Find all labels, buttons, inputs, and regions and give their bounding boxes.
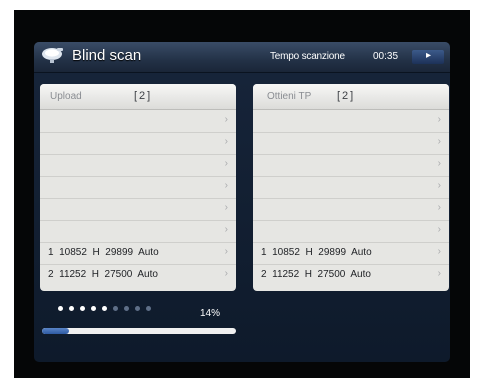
chevron-right-icon: › (437, 246, 441, 257)
list-item[interactable]: › (40, 220, 236, 243)
chevron-right-icon: › (437, 180, 441, 191)
list-item[interactable]: 1 10852 H 29899 Auto › (40, 242, 236, 265)
progress-dot (69, 306, 74, 311)
progress-dot (58, 306, 63, 311)
list-item[interactable]: 2 11252 H 27500 Auto › (40, 264, 236, 286)
chevron-right-icon: › (224, 202, 228, 213)
scan-activity-dots (58, 306, 198, 316)
scan-result-text: 1 10852 H 29899 Auto (261, 247, 372, 258)
list-item[interactable]: › (40, 154, 236, 177)
progress-percent: 14% (200, 308, 221, 319)
chevron-right-icon: › (437, 202, 441, 213)
progress-dot (91, 306, 96, 311)
chevron-right-icon: › (224, 158, 228, 169)
tp-panel-header: Ottieni TP [2] (253, 84, 449, 110)
progress-dot (146, 306, 151, 311)
scan-result-text: 1 10852 H 29899 Auto (48, 247, 159, 258)
chevron-right-icon: › (224, 114, 228, 125)
list-item[interactable]: › (253, 154, 449, 177)
upload-panel: Upload [2] › › › › › › 1 10852 H 29899 Auto › 2 … (40, 84, 236, 291)
scan-time-value: 00:35 (373, 51, 399, 62)
list-item[interactable]: › (40, 132, 236, 155)
progress-dot (80, 306, 85, 311)
progress-bar (42, 328, 236, 334)
scan-result-text: 2 11252 H 27500 Auto (261, 269, 371, 280)
chevron-right-icon: › (224, 180, 228, 191)
list-item[interactable]: › (253, 220, 449, 243)
list-item[interactable]: › (253, 176, 449, 199)
chevron-right-icon: › (437, 136, 441, 147)
list-item[interactable]: › (40, 176, 236, 199)
satellite-dish-icon (42, 48, 63, 63)
arrow-icon: ▸ (426, 50, 432, 61)
page-title: Blind scan (72, 47, 142, 64)
chevron-right-icon: › (224, 268, 228, 279)
list-item[interactable]: › (253, 110, 449, 133)
chevron-right-icon: › (437, 268, 441, 279)
progress-dot (135, 306, 140, 311)
list-item[interactable]: › (253, 198, 449, 221)
upload-panel-count: [2] (134, 90, 153, 102)
progress-dot (102, 306, 107, 311)
chevron-right-icon: › (437, 114, 441, 125)
blind-scan-screen: Blind scan Tempo scanzione 00:35 ▸ Uploa… (34, 42, 450, 362)
progress-dot (113, 306, 118, 311)
tp-panel-title: Ottieni TP (267, 91, 312, 102)
list-item[interactable]: 2 11252 H 27500 Auto › (253, 264, 449, 286)
upload-panel-title: Upload (50, 91, 82, 102)
scan-time-label: Tempo scanzione (270, 51, 345, 62)
chevron-right-icon: › (437, 224, 441, 235)
chevron-right-icon: › (224, 246, 228, 257)
chevron-right-icon: › (224, 224, 228, 235)
progress-dot (124, 306, 129, 311)
tp-panel-count: [2] (337, 90, 356, 102)
chevron-right-icon: › (437, 158, 441, 169)
list-item[interactable]: › (253, 132, 449, 155)
tp-panel: Ottieni TP [2] › › › › › › 1 10852 H 29899 Aut… (253, 84, 449, 291)
progress-bar-fill (42, 328, 69, 334)
chevron-right-icon: › (224, 136, 228, 147)
list-item[interactable]: 1 10852 H 29899 Auto › (253, 242, 449, 265)
corner-button[interactable]: ▸ (412, 50, 444, 64)
upload-panel-header: Upload [2] (40, 84, 236, 110)
title-bar: Blind scan Tempo scanzione 00:35 ▸ (34, 42, 450, 73)
scan-result-text: 2 11252 H 27500 Auto (48, 269, 158, 280)
list-item[interactable]: › (40, 110, 236, 133)
list-item[interactable]: › (40, 198, 236, 221)
tv-frame: Blind scan Tempo scanzione 00:35 ▸ Uploa… (14, 10, 470, 378)
